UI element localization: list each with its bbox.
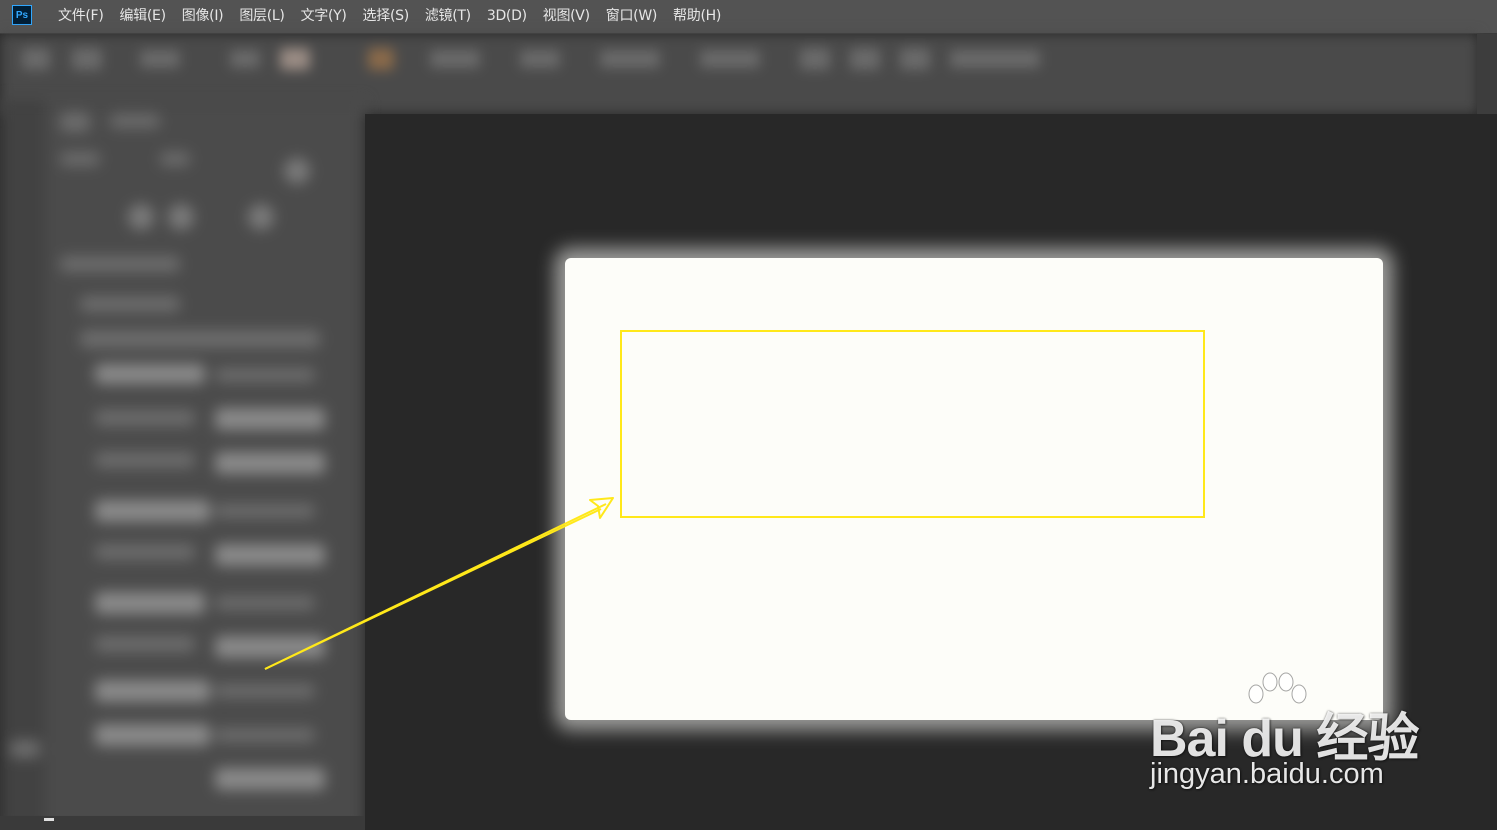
menu-bar: Ps 文件(F) 编辑(E) 图像(I) 图层(L) 文字(Y) 选择(S) 滤… — [0, 0, 1497, 34]
menu-filter[interactable]: 滤镜(T) — [417, 0, 479, 33]
left-panel-blurred — [0, 100, 365, 830]
photoshop-logo-icon: Ps — [12, 5, 32, 25]
menu-image[interactable]: 图像(I) — [174, 0, 232, 33]
menu-window[interactable]: 窗口(W) — [598, 0, 665, 33]
menu-file[interactable]: 文件(F) — [50, 0, 111, 33]
menu-select[interactable]: 选择(S) — [355, 0, 417, 33]
menu-items: 文件(F) 编辑(E) 图像(I) 图层(L) 文字(Y) 选择(S) 滤镜(T… — [50, 0, 729, 33]
menu-layer[interactable]: 图层(L) — [231, 0, 292, 33]
menu-view[interactable]: 视图(V) — [535, 0, 598, 33]
photoshop-window: Ps 文件(F) 编辑(E) 图像(I) 图层(L) 文字(Y) 选择(S) 滤… — [0, 0, 1497, 830]
menu-help[interactable]: 帮助(H) — [665, 0, 729, 33]
panel-bottom-bar — [0, 816, 365, 830]
options-bar-edge — [1477, 34, 1497, 124]
menu-3d[interactable]: 3D(D) — [479, 0, 535, 33]
document-canvas[interactable] — [565, 258, 1383, 720]
menu-edit[interactable]: 编辑(E) — [111, 0, 173, 33]
menu-type[interactable]: 文字(Y) — [293, 0, 355, 33]
